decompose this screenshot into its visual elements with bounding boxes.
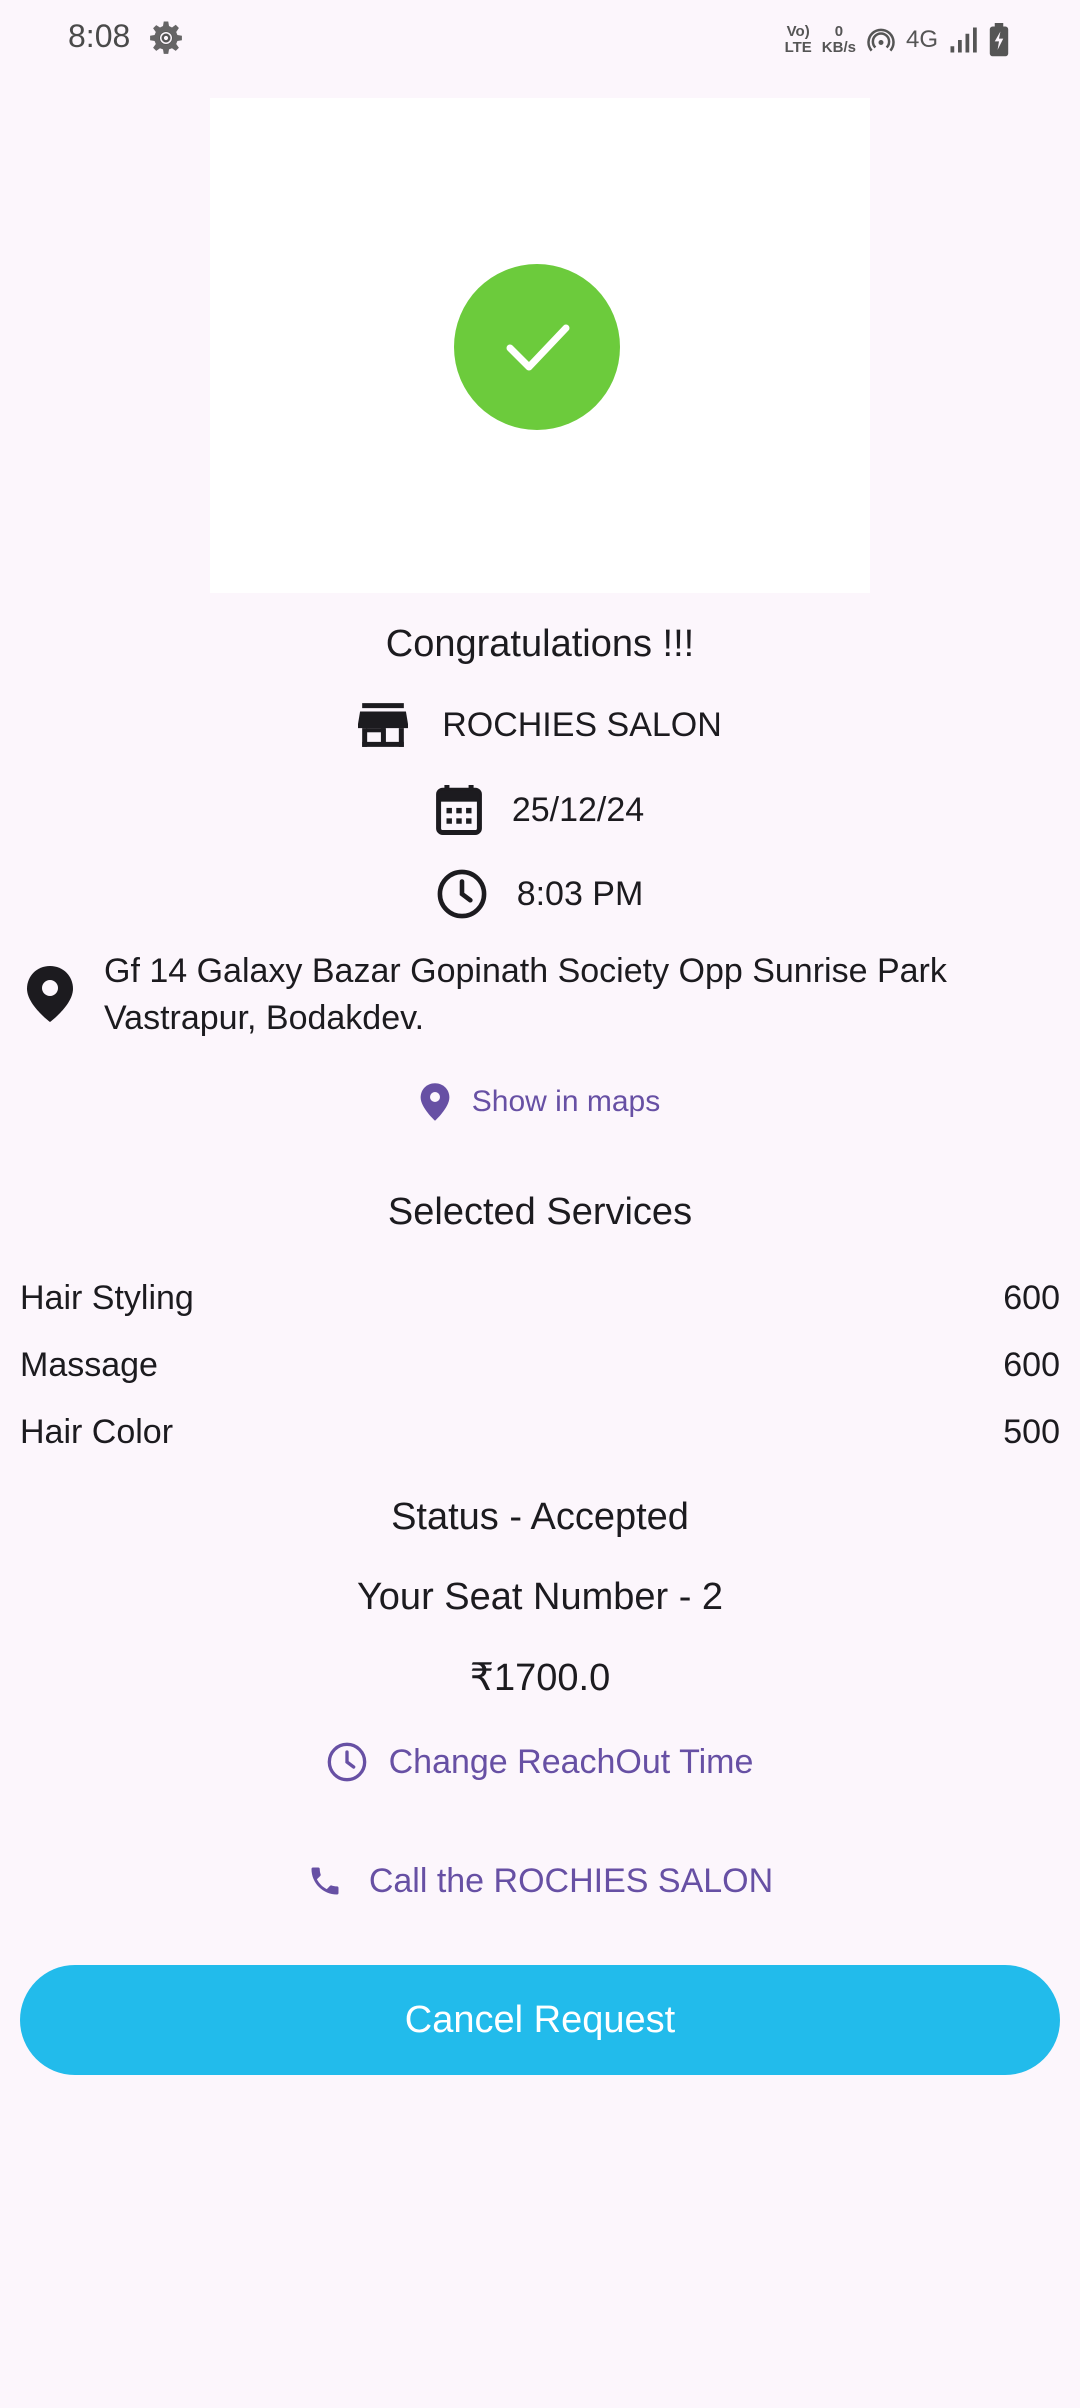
- phone-icon: [311, 1867, 339, 1895]
- cancel-request-button[interactable]: Cancel Request: [20, 1965, 1060, 2075]
- network-speed: 0 KB/s: [822, 24, 856, 56]
- show-in-maps-link[interactable]: Show in maps: [0, 1076, 1080, 1128]
- call-salon-label: Call the ROCHIES SALON: [368, 1861, 774, 1900]
- map-pin-icon: [420, 1083, 450, 1121]
- status-text: Status - Accepted: [391, 1495, 689, 1538]
- network-type: 4G: [905, 26, 938, 53]
- selected-services-heading: Selected Services: [0, 1182, 1080, 1242]
- volte-label: Vo): [786, 23, 810, 40]
- services-title: Selected Services: [387, 1190, 693, 1233]
- store-icon: [358, 703, 409, 747]
- booking-date: 25/12/24: [511, 790, 645, 829]
- congrats-text: Congratulations !!!: [385, 622, 695, 665]
- signal-icon: [950, 27, 977, 53]
- congrats-heading: Congratulations !!!: [0, 614, 1080, 674]
- total-price: ₹1700.0: [0, 1648, 1080, 1706]
- booking-time: 8:03 PM: [516, 874, 644, 913]
- success-image: [210, 98, 870, 593]
- service-row: Hair Styling 600: [20, 1272, 1060, 1324]
- battery-charging-icon: [989, 23, 1009, 57]
- service-name: Hair Color: [20, 1412, 174, 1451]
- service-name: Hair Styling: [20, 1278, 194, 1317]
- salon-address: Gf 14 Galaxy Bazar Gopinath Society Opp …: [104, 952, 947, 1037]
- clock-icon: [327, 1742, 366, 1782]
- salon-name: ROCHIES SALON: [442, 705, 722, 744]
- booking-status: Status - Accepted: [0, 1488, 1080, 1546]
- call-salon-button[interactable]: Call the ROCHIES SALON: [0, 1855, 1080, 1907]
- calendar-icon: [435, 785, 482, 835]
- service-name: Massage: [20, 1345, 158, 1384]
- date-row: 25/12/24: [0, 780, 1080, 840]
- price-text: ₹1700.0: [469, 1656, 611, 1699]
- service-price: 500: [1003, 1412, 1060, 1451]
- seat-text: Your Seat Number - 2: [356, 1575, 724, 1618]
- lte-label: LTE: [784, 39, 812, 56]
- speed-unit: KB/s: [821, 39, 856, 56]
- status-time: 8:08: [68, 18, 131, 54]
- service-price: 600: [1003, 1345, 1060, 1384]
- location-pin-icon: [27, 966, 73, 1022]
- volte-indicator: Vo) LTE: [785, 24, 812, 56]
- time-row: 8:03 PM: [0, 864, 1080, 924]
- speed-value: 0: [834, 23, 844, 40]
- status-icons: Vo) LTE 0 KB/s 4G: [785, 18, 1010, 62]
- clock-icon: [437, 869, 487, 919]
- salon-row: ROCHIES SALON: [0, 695, 1080, 755]
- service-row: Massage 600: [20, 1339, 1060, 1391]
- service-row: Hair Color 500: [20, 1406, 1060, 1458]
- seat-number: Your Seat Number - 2: [0, 1568, 1080, 1626]
- service-price: 600: [1003, 1278, 1060, 1317]
- change-reachout-time-label: Change ReachOut Time: [388, 1742, 754, 1781]
- success-check-icon: [454, 264, 620, 430]
- show-in-maps-label: Show in maps: [471, 1085, 661, 1118]
- settings-gear-icon: [150, 21, 182, 54]
- hotspot-icon: [867, 28, 895, 52]
- change-reachout-time-button[interactable]: Change ReachOut Time: [0, 1736, 1080, 1788]
- checkmark-icon: [506, 324, 570, 371]
